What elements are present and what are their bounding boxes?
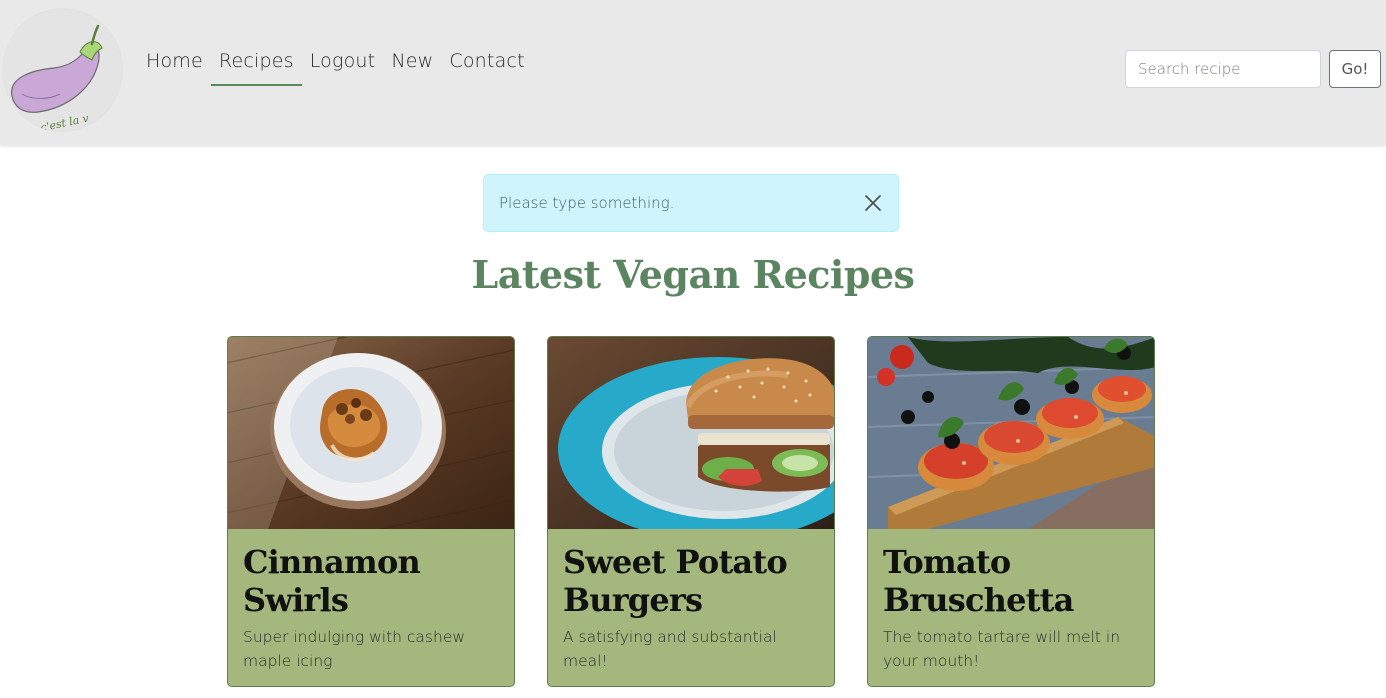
brand-logo[interactable]: c'est la v — [2, 8, 123, 132]
search-input[interactable] — [1125, 50, 1321, 88]
search-go-button[interactable]: Go! — [1329, 50, 1381, 88]
close-icon[interactable] — [863, 193, 883, 213]
recipe-card-description: The tomato tartare will melt in your mou… — [883, 628, 1121, 670]
recipe-card[interactable]: Cinnamon Swirls Super indulging with cas… — [227, 336, 515, 687]
recipe-card-description: Super indulging with cashew maple icing — [243, 628, 466, 670]
recipe-card-title: Sweet Potato Burgers — [563, 543, 788, 619]
main-nav: Home Recipes Logout New Contact — [138, 40, 533, 86]
eggplant-logo-icon: c'est la v — [2, 10, 122, 132]
nav-home[interactable]: Home — [138, 40, 211, 86]
nav-recipes[interactable]: Recipes — [210, 40, 302, 86]
search-form: Go! — [1125, 50, 1381, 88]
cinnamon-swirl-image — [228, 337, 514, 529]
nav-new[interactable]: New — [383, 40, 441, 86]
alert-message: Please type something. — [499, 194, 675, 212]
recipe-card-grid: Cinnamon Swirls Super indulging with cas… — [227, 336, 1155, 687]
nav-contact[interactable]: Contact — [441, 40, 532, 86]
recipe-card[interactable]: Tomato Bruschetta The tomato tartare wil… — [867, 336, 1155, 687]
navbar: c'est la v Home Recipes Logout New Conta… — [0, 0, 1386, 145]
recipe-card-title: Cinnamon Swirls — [243, 543, 421, 619]
page-title: Latest Vegan Recipes — [471, 252, 915, 297]
recipe-card-title: Tomato Bruschetta — [883, 543, 1074, 619]
info-alert: Please type something. — [483, 174, 899, 232]
bruschetta-image — [868, 337, 1154, 529]
burger-image — [548, 337, 834, 529]
recipe-card-description: A satisfying and substantial meal! — [563, 628, 777, 670]
recipe-card[interactable]: Sweet Potato Burgers A satisfying and su… — [547, 336, 835, 687]
nav-logout[interactable]: Logout — [302, 40, 384, 86]
